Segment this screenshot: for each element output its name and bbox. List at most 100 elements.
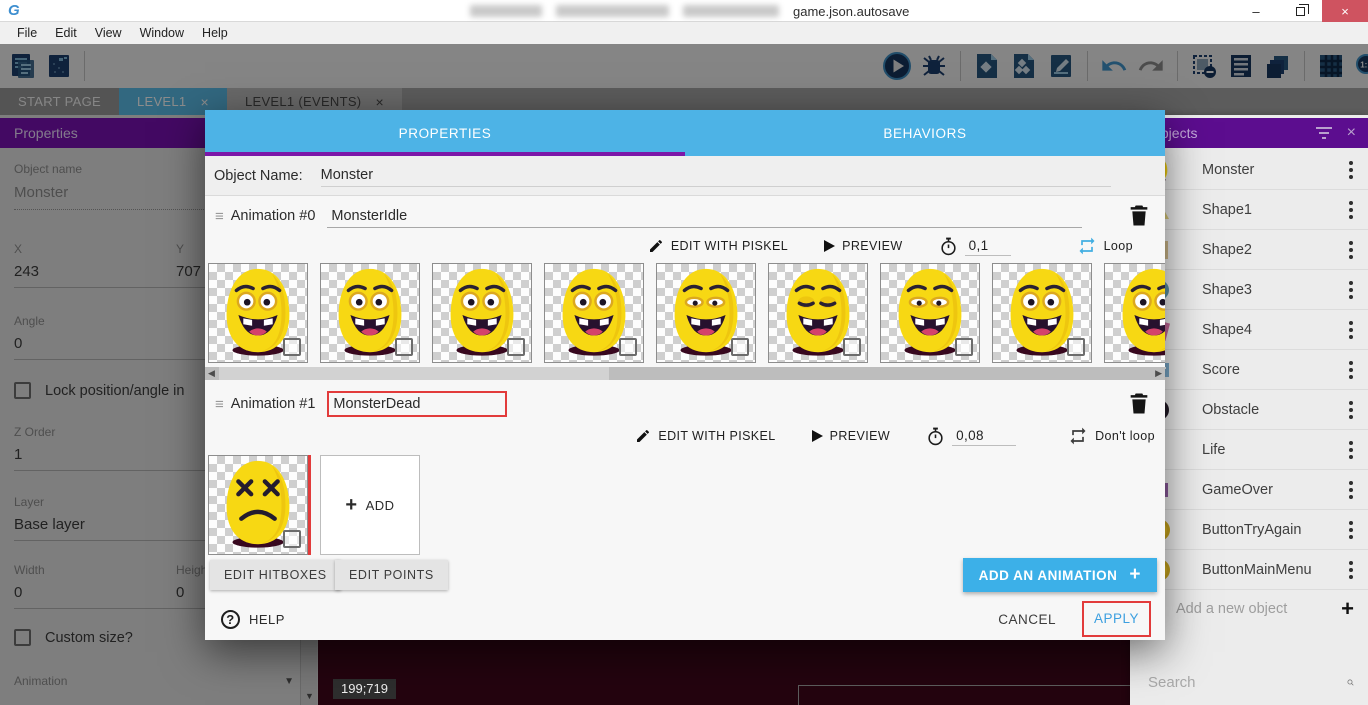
frame-checkbox[interactable] <box>1067 338 1085 356</box>
object-list-item[interactable]: ButtonMainMenu <box>1130 550 1368 590</box>
animation-frame[interactable] <box>432 263 532 363</box>
animation-frame[interactable] <box>208 263 308 363</box>
time-between-frames-input[interactable]: 0,08 <box>952 426 1016 446</box>
frame-checkbox[interactable] <box>283 530 301 548</box>
instances-list-icon[interactable] <box>1226 51 1256 81</box>
animation-frame[interactable] <box>320 263 420 363</box>
play-preview-icon[interactable] <box>882 51 912 81</box>
object-list-item[interactable]: GameOver <box>1130 470 1368 510</box>
redo-icon[interactable] <box>1136 51 1166 81</box>
frames-scrollbar[interactable]: ◀ ▶ <box>205 367 1165 380</box>
edit-points-button[interactable]: EDIT POINTS <box>335 560 448 590</box>
tab-behaviors[interactable]: BEHAVIORS <box>685 110 1165 156</box>
animation-frame[interactable] <box>544 263 644 363</box>
animation-frame[interactable] <box>656 263 756 363</box>
custom-size-checkbox[interactable] <box>14 629 31 646</box>
scene-properties-icon[interactable] <box>1046 51 1076 81</box>
object-list-item[interactable]: Score <box>1130 350 1368 390</box>
add-frame-button[interactable]: + ADD <box>320 455 420 555</box>
object-list-item[interactable]: Shape2 <box>1130 230 1368 270</box>
add-animation-button[interactable]: ADD AN ANIMATION + <box>963 558 1157 592</box>
x-field[interactable]: 243 <box>14 263 176 280</box>
kebab-menu-icon[interactable] <box>1344 361 1358 379</box>
delete-animation-icon[interactable] <box>1129 204 1151 228</box>
object-list-item[interactable]: Shape4 <box>1130 310 1368 350</box>
close-panel-icon[interactable]: × <box>1347 124 1356 142</box>
close-button[interactable]: × <box>1322 0 1368 22</box>
kebab-menu-icon[interactable] <box>1344 321 1358 339</box>
time-between-frames-input[interactable]: 0,1 <box>965 236 1011 256</box>
animation-name-input[interactable]: MonsterDead <box>327 391 507 417</box>
project-manager-icon[interactable] <box>8 51 38 81</box>
menu-help[interactable]: Help <box>193 24 237 42</box>
minimize-button[interactable]: – <box>1234 0 1278 22</box>
kebab-menu-icon[interactable] <box>1344 481 1358 499</box>
width-field[interactable]: 0 <box>14 584 176 601</box>
kebab-menu-icon[interactable] <box>1344 281 1358 299</box>
menu-window[interactable]: Window <box>131 24 193 42</box>
frame-checkbox[interactable] <box>619 338 637 356</box>
objects-editor-icon[interactable] <box>972 51 1002 81</box>
scroll-right-icon[interactable]: ▶ <box>1155 368 1162 379</box>
kebab-menu-icon[interactable] <box>1344 521 1358 539</box>
object-list-item[interactable]: Shape1 <box>1130 190 1368 230</box>
animation-frame[interactable] <box>1104 263 1165 363</box>
cancel-button[interactable]: CANCEL <box>998 612 1056 627</box>
scrollbar-thumb[interactable] <box>219 367 609 380</box>
animation-frame[interactable] <box>208 455 308 555</box>
edit-with-piskel-button[interactable]: EDIT WITH PISKEL <box>648 238 788 254</box>
apply-button[interactable]: APPLY <box>1094 611 1139 626</box>
frame-checkbox[interactable] <box>507 338 525 356</box>
lock-position-checkbox[interactable] <box>14 382 31 399</box>
help-button[interactable]: ? HELP <box>221 610 285 629</box>
tab-properties[interactable]: PROPERTIES <box>205 110 685 156</box>
kebab-menu-icon[interactable] <box>1344 441 1358 459</box>
tab-start-page[interactable]: START PAGE <box>0 88 119 115</box>
kebab-menu-icon[interactable] <box>1344 201 1358 219</box>
close-tab-icon[interactable]: × <box>200 94 208 110</box>
object-name-input[interactable]: Monster <box>321 164 1111 187</box>
preview-button[interactable]: PREVIEW <box>812 429 890 443</box>
loop-toggle[interactable]: Don't loop <box>1068 426 1155 446</box>
drag-handle-icon[interactable]: ≡ <box>205 396 231 413</box>
start-page-icon[interactable] <box>44 51 74 81</box>
kebab-menu-icon[interactable] <box>1344 241 1358 259</box>
layers-icon[interactable] <box>1263 51 1293 81</box>
object-list-item[interactable]: Obstacle <box>1130 390 1368 430</box>
frame-checkbox[interactable] <box>955 338 973 356</box>
scroll-left-icon[interactable]: ◀ <box>208 368 215 379</box>
menu-view[interactable]: View <box>86 24 131 42</box>
chevron-down-icon[interactable]: ▼ <box>284 676 294 687</box>
frame-checkbox[interactable] <box>283 338 301 356</box>
kebab-menu-icon[interactable] <box>1344 401 1358 419</box>
frame-checkbox[interactable] <box>843 338 861 356</box>
y-field[interactable]: 707 <box>176 263 201 280</box>
edit-with-piskel-button[interactable]: EDIT WITH PISKEL <box>635 428 775 444</box>
restore-button[interactable] <box>1278 0 1322 22</box>
close-tab-icon[interactable]: × <box>375 94 383 110</box>
object-list-item[interactable]: Shape3 <box>1130 270 1368 310</box>
menu-edit[interactable]: Edit <box>46 24 86 42</box>
loop-toggle[interactable]: Loop <box>1077 236 1133 256</box>
animation-frame[interactable] <box>880 263 980 363</box>
clear-selection-icon[interactable] <box>1189 51 1219 81</box>
edit-hitboxes-button[interactable]: EDIT HITBOXES <box>210 560 341 590</box>
object-list-item[interactable]: ButtonTryAgain <box>1130 510 1368 550</box>
debug-icon[interactable] <box>919 51 949 81</box>
kebab-menu-icon[interactable] <box>1344 161 1358 179</box>
zoom-1-1-icon[interactable]: 1:1 <box>1353 51 1368 81</box>
object-list-item[interactable]: Monster <box>1130 150 1368 190</box>
undo-icon[interactable] <box>1099 51 1129 81</box>
menu-file[interactable]: File <box>8 24 46 42</box>
object-groups-icon[interactable] <box>1009 51 1039 81</box>
kebab-menu-icon[interactable] <box>1344 561 1358 579</box>
preview-button[interactable]: PREVIEW <box>824 239 902 253</box>
grid-icon[interactable] <box>1316 51 1346 81</box>
scroll-down-icon[interactable]: ▼ <box>305 691 314 701</box>
animation-frame[interactable] <box>992 263 1092 363</box>
animation-name-input[interactable]: MonsterIdle <box>327 205 1082 228</box>
search-input[interactable] <box>1148 674 1347 691</box>
frame-checkbox[interactable] <box>395 338 413 356</box>
object-list-item[interactable]: ♥Life <box>1130 430 1368 470</box>
animation-frame[interactable] <box>768 263 868 363</box>
